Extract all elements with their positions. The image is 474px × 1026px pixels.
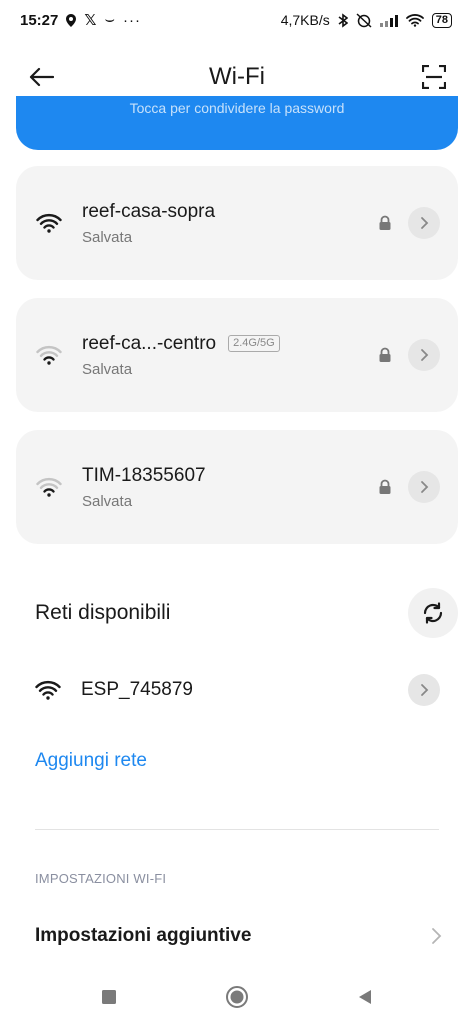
home-button[interactable] — [219, 979, 255, 1015]
wifi-weak-icon — [36, 477, 62, 497]
wifi-strong-icon — [35, 680, 61, 700]
signal-icon — [379, 14, 398, 27]
status-bar-left: 15:27 𝕏 ⌣ ··· — [20, 11, 141, 29]
status-time: 15:27 — [20, 11, 59, 29]
wifi-status-icon — [405, 13, 424, 27]
back-nav-button[interactable] — [347, 979, 383, 1015]
network-name: reef-casa-sopra — [82, 200, 216, 222]
lock-icon — [379, 215, 391, 230]
lock-icon — [379, 347, 391, 362]
status-bar: 15:27 𝕏 ⌣ ··· 4,7KB/s 78 — [0, 0, 474, 40]
triangle-left-icon — [359, 990, 371, 1004]
network-name: TIM-18355607 — [82, 464, 206, 486]
chevron-right-icon — [421, 481, 429, 493]
saved-network-card[interactable]: reef-ca...-centro 2.4G/5G Salvata — [16, 298, 458, 412]
square-icon — [102, 990, 116, 1004]
more-dots-icon: ··· — [123, 11, 141, 29]
network-name: reef-ca...-centro — [82, 332, 217, 354]
location-icon — [66, 13, 77, 27]
scan-icon — [422, 65, 446, 89]
network-status: Salvata — [82, 492, 133, 510]
refresh-button[interactable] — [408, 588, 458, 638]
wifi-strong-icon — [36, 213, 62, 233]
network-details-button[interactable] — [408, 674, 440, 706]
chevron-right-icon — [421, 684, 429, 696]
alarm-off-icon — [356, 12, 372, 28]
network-details-button[interactable] — [408, 207, 440, 239]
tilde-icon: ⌣ — [104, 11, 115, 28]
available-network-row[interactable]: ESP_745879 — [0, 662, 474, 718]
chevron-right-icon — [421, 217, 429, 229]
network-name: ESP_745879 — [81, 679, 193, 700]
add-network-link[interactable]: Aggiungi rete — [35, 750, 147, 772]
bluetooth-icon — [338, 12, 348, 28]
share-password-banner[interactable]: Tocca per condividere la password — [16, 96, 458, 150]
additional-settings-label: Impostazioni aggiuntive — [35, 925, 252, 946]
banner-text: Tocca per condividere la password — [129, 100, 345, 116]
lock-icon — [379, 479, 391, 494]
x-app-icon: 𝕏 — [84, 12, 97, 29]
circle-icon — [226, 986, 248, 1008]
system-nav-bar — [0, 968, 474, 1026]
battery-icon: 78 — [431, 12, 452, 28]
scan-qr-button[interactable] — [406, 57, 446, 97]
band-badge: 2.4G/5G — [228, 335, 280, 352]
network-details-button[interactable] — [408, 339, 440, 371]
status-bar-right: 4,7KB/s 78 — [281, 12, 452, 28]
data-speed: 4,7KB/s — [280, 12, 330, 28]
saved-network-card[interactable]: TIM-18355607 Salvata — [16, 430, 458, 544]
divider — [35, 829, 439, 830]
network-status: Salvata — [82, 228, 133, 246]
page-title: Wi-Fi — [209, 63, 265, 90]
arrow-left-icon — [29, 67, 54, 87]
recents-button[interactable] — [91, 979, 127, 1015]
additional-settings-row[interactable]: Impostazioni aggiuntive — [0, 912, 474, 960]
wifi-weak-icon — [36, 345, 62, 365]
available-networks-header: Reti disponibili — [0, 582, 474, 644]
chevron-right-icon — [432, 928, 442, 944]
wifi-settings-section-label: IMPOSTAZIONI WI-FI — [35, 871, 167, 886]
chevron-right-icon — [421, 349, 429, 361]
refresh-icon — [423, 602, 443, 624]
network-status: Salvata — [82, 360, 133, 378]
network-details-button[interactable] — [408, 471, 440, 503]
saved-network-card[interactable]: reef-casa-sopra Salvata — [16, 166, 458, 280]
available-networks-title: Reti disponibili — [35, 601, 171, 624]
back-button[interactable] — [28, 57, 68, 97]
